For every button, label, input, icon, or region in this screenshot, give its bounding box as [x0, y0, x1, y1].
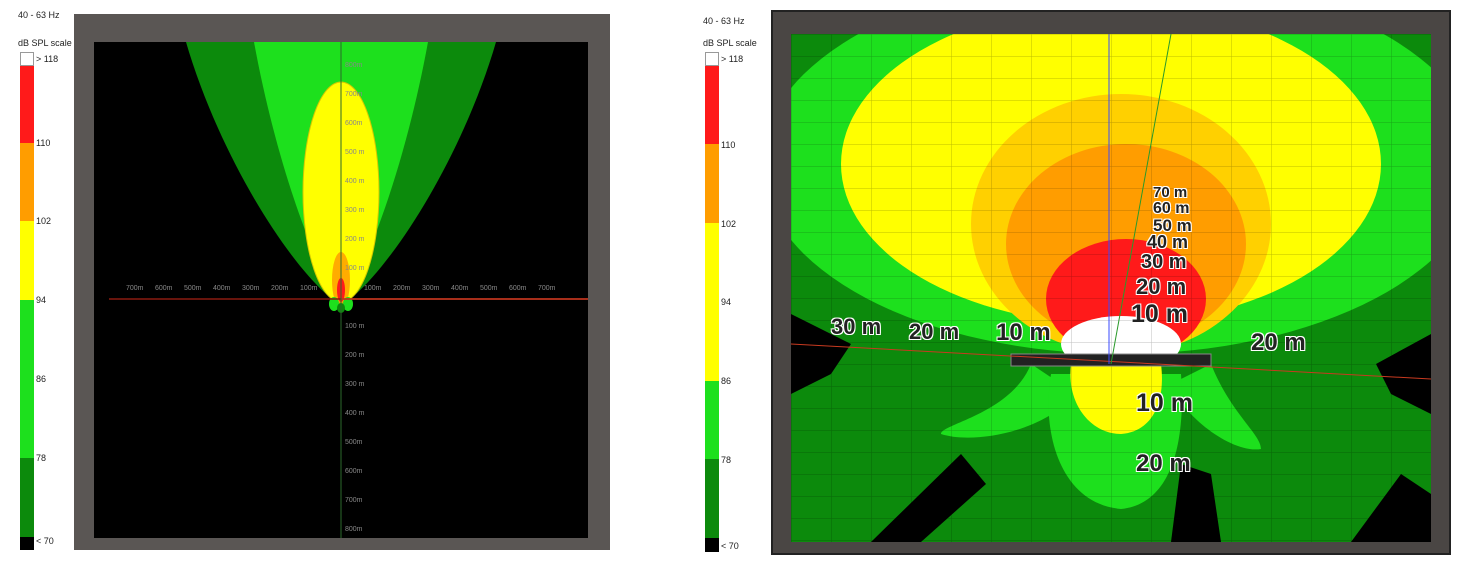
axis-tick-label: 500m: [184, 285, 202, 292]
distance-label: 10 m: [1136, 389, 1193, 417]
distance-label: 30 m: [831, 314, 882, 339]
axis-tick-label: 700m: [538, 285, 556, 292]
axis-tick-label: 300m: [422, 285, 440, 292]
legend-label: 86: [721, 376, 732, 386]
legend-label: 78: [36, 453, 47, 463]
legend-swatch-green: [20, 379, 34, 458]
distance-label: 20 m: [909, 319, 960, 344]
legend-swatch-dark-green: [20, 458, 34, 537]
distance-label: 10 m: [1131, 300, 1188, 328]
axis-tick-label: 300 m: [345, 207, 365, 214]
legend-label: > 118: [36, 54, 59, 64]
axis-tick-label: 700m: [345, 497, 363, 504]
legend-swatch-dark-green: [705, 459, 719, 538]
legend-label: < 70: [36, 536, 54, 546]
axis-tick-label: 600m: [345, 468, 363, 475]
axis-tick-label: 500m: [345, 439, 363, 446]
legend-swatch-white: [20, 52, 34, 66]
legend-frequency: 40 - 63 Hz: [18, 10, 60, 20]
perspective-view-plot[interactable]: 70 m 60 m 50 m 40 m 30 m 20 m 10 m 30 m 20 m 10 m…: [791, 34, 1431, 542]
distance-label: 20 m: [1136, 450, 1191, 477]
legend-swatch-black: [705, 538, 719, 552]
axis-tick-label: 800m: [345, 526, 363, 533]
axis-tick-label: 600m: [155, 285, 173, 292]
axis-tick-label: 200 m: [345, 236, 365, 243]
axis-tick-label: 400 m: [345, 178, 365, 185]
legend-label: 110: [36, 138, 51, 148]
axis-tick-label: 400m: [451, 285, 469, 292]
legend-label: 94: [721, 297, 732, 307]
distance-label: 20 m: [1136, 274, 1187, 299]
legend-title: dB SPL scale: [18, 38, 72, 48]
legend-label: > 118: [721, 54, 744, 64]
axis-tick-label: 300m: [242, 285, 260, 292]
legend-swatch-light-green: [20, 300, 34, 379]
axis-tick-label: 600m: [509, 285, 527, 292]
axis-tick-label: 100m: [300, 285, 318, 292]
legend-color-bar: [705, 52, 719, 552]
axis-tick-label: 200m: [393, 285, 411, 292]
axis-tick-label: 700m: [345, 91, 363, 98]
axis-tick-label: 200 m: [345, 352, 365, 359]
legend-label: 86: [36, 374, 47, 384]
axis-tick-label: 500 m: [345, 149, 365, 156]
axis-tick-label: 200m: [271, 285, 289, 292]
axis-tick-label: 100 m: [345, 323, 365, 330]
axis-tick-label: 400m: [213, 285, 231, 292]
legend-label: 102: [36, 216, 52, 226]
legend-label: 94: [36, 295, 47, 305]
legend-swatch-yellow: [20, 221, 34, 300]
top-view-plot[interactable]: 100 m 200 m 300 m 400 m 500 m 600m 700m 800m 100…: [94, 42, 588, 538]
legend-left: 40 - 63 Hz dB SPL scale > 118 110 102 94…: [18, 10, 74, 550]
distance-label: 10 m: [996, 319, 1051, 346]
axis-tick-label: 700m: [126, 285, 144, 292]
legend-swatch-black: [20, 537, 34, 550]
legend-label: 78: [721, 455, 732, 465]
axis-tick-label: 300 m: [345, 381, 365, 388]
legend-swatch-orange: [20, 143, 34, 221]
legend-color-bar: [20, 52, 34, 550]
axis-tick-label: 400 m: [345, 410, 365, 417]
axis-tick-label: 100m: [364, 285, 382, 292]
legend-frequency: 40 - 63 Hz: [703, 16, 745, 26]
legend-right: 40 - 63 Hz dB SPL scale > 118 110 102 94…: [703, 10, 759, 552]
legend-swatch-orange: [705, 144, 719, 223]
legend-label: 110: [721, 140, 736, 150]
distance-label: 30 m: [1141, 251, 1187, 273]
axis-tick-label: 100 m: [345, 265, 365, 272]
distance-label: 20 m: [1251, 329, 1306, 356]
distance-label: 40 m: [1147, 232, 1189, 252]
legend-swatch-green: [705, 381, 719, 459]
axis-tick-label: 500m: [480, 285, 498, 292]
distance-label: 70 m: [1153, 184, 1188, 201]
legend-swatch-red: [705, 66, 719, 144]
left-view-frame: 100 m 200 m 300 m 400 m 500 m 600m 700m 800m 100…: [74, 14, 610, 550]
spl-coverage-3d-view: [791, 34, 1431, 542]
legend-swatch-yellow: [705, 223, 719, 381]
right-view-frame: 70 m 60 m 50 m 40 m 30 m 20 m 10 m 30 m 20 m 10 m…: [771, 10, 1451, 555]
legend-label: < 70: [721, 541, 739, 551]
legend-swatch-white: [705, 52, 719, 66]
legend-label: 102: [721, 219, 737, 229]
legend-swatch-red: [20, 66, 34, 143]
axis-tick-label: 800m: [345, 62, 363, 69]
axis-tick-label: 600m: [345, 120, 363, 127]
legend-title: dB SPL scale: [703, 38, 757, 48]
